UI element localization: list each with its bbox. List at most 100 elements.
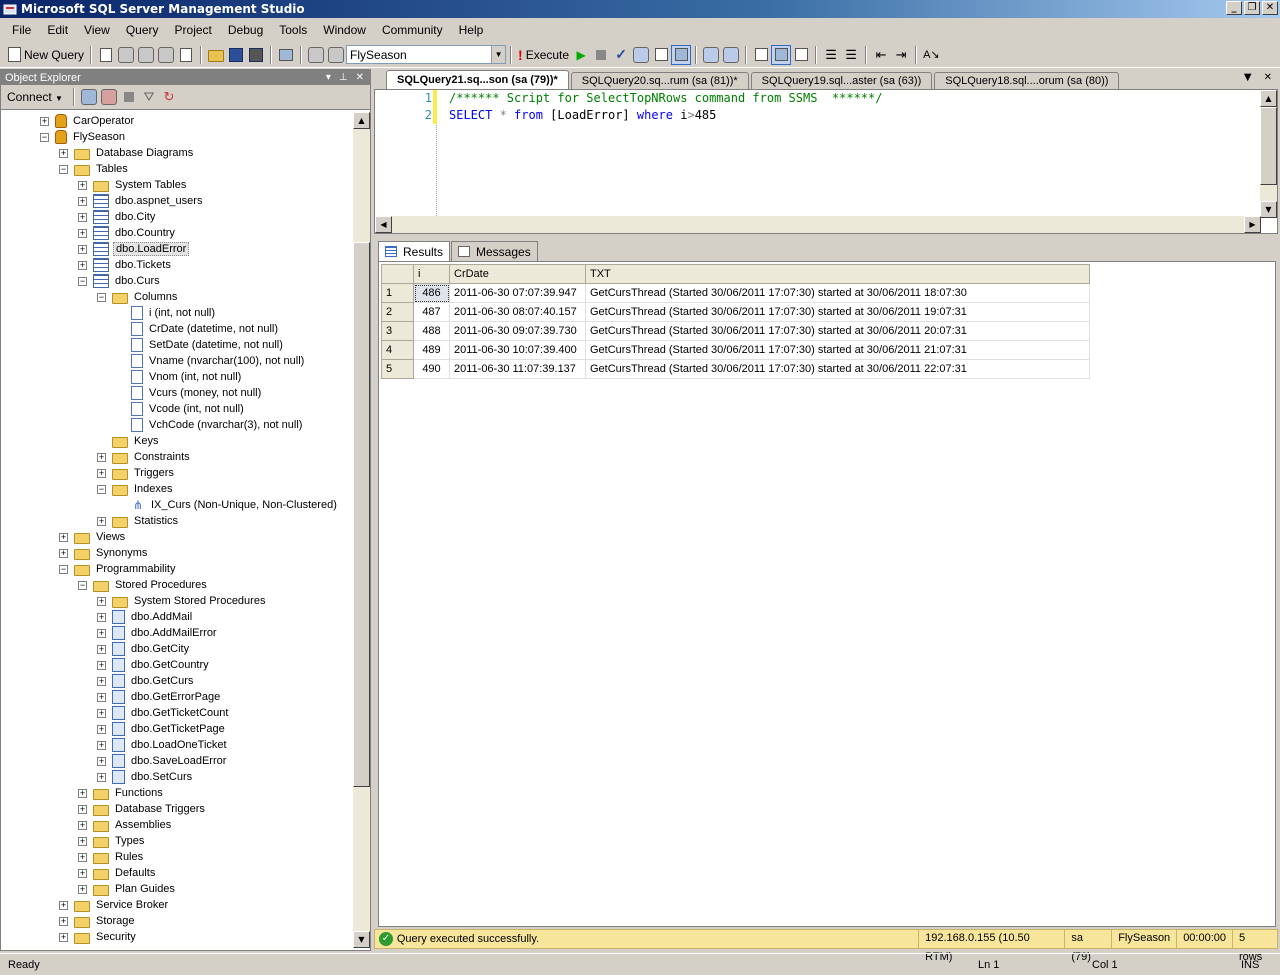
editor-results-splitter[interactable] bbox=[374, 234, 1280, 238]
expand-icon[interactable]: + bbox=[78, 228, 87, 238]
new-query-button[interactable]: New Query bbox=[6, 45, 86, 65]
grid-cell[interactable]: 2011-06-30 11:07:39.137 bbox=[449, 359, 586, 379]
query-options-button[interactable] bbox=[651, 45, 671, 65]
column-header-crdate[interactable]: CrDate bbox=[449, 264, 586, 284]
tree-node[interactable]: Vcurs (money, not null) bbox=[116, 385, 263, 401]
expand-icon[interactable]: + bbox=[97, 516, 106, 526]
tree-node[interactable]: + Statistics bbox=[97, 513, 180, 529]
expand-icon[interactable]: + bbox=[78, 788, 87, 798]
tree-node[interactable]: + dbo.Country bbox=[78, 225, 177, 241]
menu-edit[interactable]: Edit bbox=[39, 23, 76, 37]
expand-icon[interactable]: + bbox=[78, 196, 87, 206]
expand-icon[interactable]: + bbox=[78, 212, 87, 222]
tree-node[interactable]: + Service Broker bbox=[59, 897, 170, 913]
tree-node[interactable]: + dbo.GetCountry bbox=[97, 657, 211, 673]
tree-node[interactable]: + dbo.City bbox=[78, 209, 157, 225]
connect-explorer-button[interactable] bbox=[79, 87, 99, 107]
tree-node[interactable]: + Assemblies bbox=[78, 817, 173, 833]
row-header[interactable]: 4 bbox=[381, 340, 414, 360]
tree-node[interactable]: + Security bbox=[59, 929, 138, 945]
tree-node[interactable]: Keys bbox=[97, 433, 160, 449]
tree-node[interactable]: + Views bbox=[59, 529, 127, 545]
tab-sqlquery19[interactable]: SQLQuery19.sql...aster (sa (63)) bbox=[750, 72, 933, 89]
expand-icon[interactable]: + bbox=[59, 548, 68, 558]
activity-monitor-button[interactable] bbox=[276, 45, 296, 65]
grid-cell[interactable]: GetCursThread (Started 30/06/2011 17:07:… bbox=[585, 302, 1090, 322]
grid-cell[interactable]: GetCursThread (Started 30/06/2011 17:07:… bbox=[585, 321, 1090, 341]
cancel-query-button[interactable] bbox=[591, 45, 611, 65]
expand-icon[interactable]: + bbox=[97, 756, 106, 766]
tab-list-dropdown-icon[interactable]: ▼ bbox=[1244, 72, 1252, 83]
database-engine-query-button[interactable] bbox=[116, 45, 136, 65]
close-button[interactable]: ✕ bbox=[1262, 1, 1278, 15]
collapse-icon[interactable]: − bbox=[78, 580, 87, 590]
xmla-query-button[interactable] bbox=[156, 45, 176, 65]
increase-indent-button[interactable]: ⇥ bbox=[891, 45, 911, 65]
results-to-file-button[interactable] bbox=[791, 45, 811, 65]
tree-node[interactable]: + dbo.LoadError bbox=[78, 241, 190, 257]
expand-icon[interactable]: + bbox=[97, 596, 106, 606]
tree-node[interactable]: + Plan Guides bbox=[78, 881, 177, 897]
scroll-left-icon[interactable]: ◀ bbox=[375, 216, 392, 233]
scroll-right-icon[interactable]: ▶ bbox=[1244, 216, 1261, 233]
editor-vertical-scrollbar[interactable]: ▲ ▼ bbox=[1260, 90, 1277, 218]
tree-node[interactable]: Vnom (int, not null) bbox=[116, 369, 243, 385]
close-tab-icon[interactable]: ✕ bbox=[1264, 72, 1272, 83]
collapse-icon[interactable]: − bbox=[59, 164, 68, 174]
grid-cell[interactable]: 487 bbox=[413, 302, 450, 322]
expand-icon[interactable]: + bbox=[97, 468, 106, 478]
expand-icon[interactable]: + bbox=[59, 916, 68, 926]
collapse-icon[interactable]: − bbox=[78, 276, 87, 286]
tree-node[interactable]: − Tables bbox=[59, 161, 130, 177]
expand-icon[interactable]: + bbox=[97, 644, 106, 654]
expand-icon[interactable]: + bbox=[78, 804, 87, 814]
tree-node[interactable]: SetDate (datetime, not null) bbox=[116, 337, 285, 353]
menu-window[interactable]: Window bbox=[315, 23, 374, 37]
autohide-pin-icon[interactable]: ⊥ bbox=[339, 72, 348, 83]
collapse-icon[interactable]: − bbox=[97, 484, 106, 494]
stop-button[interactable] bbox=[119, 87, 139, 107]
connect-dropdown[interactable]: Connect ▼ bbox=[7, 90, 63, 104]
new-file-button[interactable] bbox=[96, 45, 116, 65]
expand-icon[interactable]: + bbox=[97, 452, 106, 462]
expand-icon[interactable]: + bbox=[78, 884, 87, 894]
grid-cell[interactable]: 2011-06-30 08:07:40.157 bbox=[449, 302, 586, 322]
menu-tools[interactable]: Tools bbox=[271, 23, 315, 37]
tree-node[interactable]: + System Tables bbox=[78, 177, 188, 193]
scroll-thumb[interactable] bbox=[353, 242, 370, 787]
expand-icon[interactable]: + bbox=[59, 900, 68, 910]
expand-icon[interactable]: + bbox=[78, 868, 87, 878]
expand-icon[interactable]: + bbox=[97, 612, 106, 622]
expand-icon[interactable]: + bbox=[97, 628, 106, 638]
tree-node[interactable]: − Stored Procedures bbox=[78, 577, 209, 593]
tree-node[interactable]: + dbo.AddMail bbox=[97, 609, 194, 625]
analysis-query-button[interactable] bbox=[136, 45, 156, 65]
tree-node[interactable]: + dbo.GetErrorPage bbox=[97, 689, 222, 705]
tree-node[interactable]: + Triggers bbox=[97, 465, 176, 481]
tree-node[interactable]: Vcode (int, not null) bbox=[116, 401, 246, 417]
display-estimated-plan-button[interactable] bbox=[631, 45, 651, 65]
grid-cell[interactable]: 488 bbox=[413, 321, 450, 341]
save-button[interactable] bbox=[226, 45, 246, 65]
tab-results[interactable]: Results bbox=[378, 241, 451, 261]
menu-project[interactable]: Project bbox=[167, 23, 220, 37]
expand-icon[interactable]: + bbox=[97, 676, 106, 686]
tree-node[interactable]: VchCode (nvarchar(3), not null) bbox=[116, 417, 304, 433]
tree-node[interactable]: + Database Diagrams bbox=[59, 145, 195, 161]
expand-icon[interactable]: + bbox=[40, 116, 49, 126]
expand-icon[interactable]: + bbox=[97, 660, 106, 670]
change-connection-button[interactable] bbox=[306, 45, 326, 65]
expand-icon[interactable]: + bbox=[59, 532, 68, 542]
row-header[interactable]: 1 bbox=[381, 283, 414, 303]
expand-icon[interactable]: + bbox=[97, 692, 106, 702]
expand-icon[interactable]: + bbox=[97, 740, 106, 750]
tree-node[interactable]: + Synonyms bbox=[59, 545, 149, 561]
grid-cell[interactable]: 486 bbox=[413, 283, 450, 303]
scroll-down-icon[interactable]: ▼ bbox=[1260, 201, 1277, 218]
expand-icon[interactable]: + bbox=[59, 932, 68, 942]
expand-icon[interactable]: + bbox=[97, 708, 106, 718]
grid-cell[interactable]: GetCursThread (Started 30/06/2011 17:07:… bbox=[585, 340, 1090, 360]
tree-node[interactable]: + CarOperator bbox=[40, 113, 136, 129]
grid-cell[interactable]: GetCursThread (Started 30/06/2011 17:07:… bbox=[585, 283, 1090, 303]
tree-node[interactable]: Vname (nvarchar(100), not null) bbox=[116, 353, 306, 369]
